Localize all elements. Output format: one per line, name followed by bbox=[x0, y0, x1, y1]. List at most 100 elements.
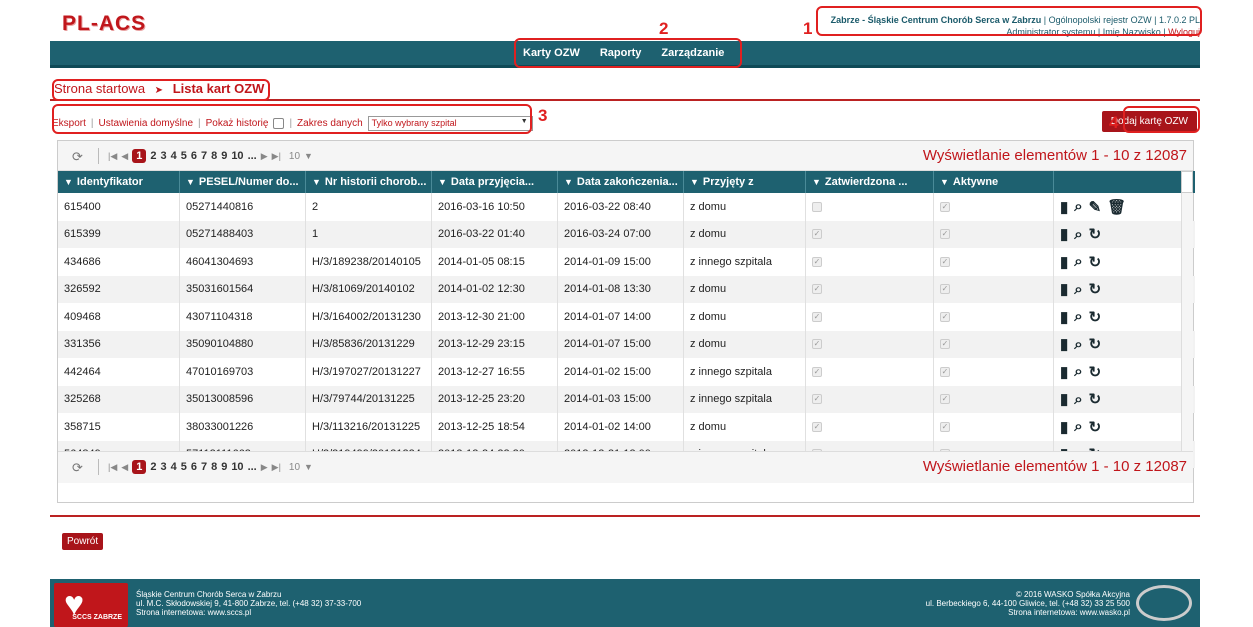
page-link[interactable]: 7 bbox=[201, 461, 207, 473]
table-cell: 331356 bbox=[58, 330, 180, 358]
scrollbar[interactable] bbox=[1181, 193, 1193, 451]
column-header[interactable]: ▼ Przyjęty z bbox=[684, 171, 806, 193]
refresh-icon[interactable]: ⟳ bbox=[72, 149, 83, 165]
page-link[interactable]: 5 bbox=[181, 461, 187, 473]
table-cell: 43071104318 bbox=[180, 303, 306, 331]
back-button[interactable]: Powrót bbox=[62, 533, 104, 550]
card-icon[interactable]: ▮ bbox=[1060, 335, 1068, 353]
page-link[interactable]: 6 bbox=[191, 150, 197, 162]
card-icon[interactable]: ▮ bbox=[1060, 253, 1068, 271]
restore-icon[interactable]: ↻ bbox=[1089, 335, 1102, 353]
scrollbar-header bbox=[1181, 171, 1193, 193]
column-header[interactable]: ▼ Identyfikator bbox=[58, 171, 180, 193]
card-icon[interactable]: ▮ bbox=[1060, 225, 1068, 243]
table-row[interactable]: 358715 38033001226 H/3/113216/20131225 2013… bbox=[58, 413, 1195, 441]
table-cell: 2 bbox=[306, 193, 432, 221]
table-cell: ✓ bbox=[806, 413, 934, 441]
chevron-down-icon[interactable]: ▼ bbox=[304, 151, 313, 161]
page-link[interactable]: 8 bbox=[211, 150, 217, 162]
next-page-icon[interactable]: ▶ bbox=[261, 462, 268, 473]
column-header[interactable]: ▼ Nr historii chorob... bbox=[306, 171, 432, 193]
preview-icon[interactable]: ⌕ bbox=[1074, 308, 1082, 325]
page-link[interactable]: 9 bbox=[221, 150, 227, 162]
preview-icon[interactable]: ⌕ bbox=[1074, 198, 1082, 215]
table-row[interactable]: 325268 35013008596 H/3/79744/20131225 2013-… bbox=[58, 385, 1195, 413]
page-link[interactable]: 4 bbox=[171, 461, 177, 473]
table-row[interactable]: 326592 35031601564 H/3/81069/20140102 2014-… bbox=[58, 275, 1195, 303]
preview-icon[interactable]: ⌕ bbox=[1074, 418, 1082, 435]
column-header[interactable]: ▼ PESEL/Numer do... bbox=[180, 171, 306, 193]
page-link[interactable]: 2 bbox=[150, 461, 156, 473]
table-row[interactable]: 615399 05271488403 1 2016-03-22 01:40 2016-0… bbox=[58, 220, 1195, 249]
actions-cell: ▮ ⌕ ↻ bbox=[1054, 248, 1183, 276]
annotation-box-2 bbox=[514, 38, 742, 68]
page-link[interactable]: 3 bbox=[160, 150, 166, 162]
last-page-icon[interactable]: ▶| bbox=[272, 462, 281, 473]
table-row[interactable]: 331356 35090104880 H/3/85836/20131229 2013-… bbox=[58, 330, 1195, 358]
page-link[interactable]: 7 bbox=[201, 150, 207, 162]
first-page-icon[interactable]: |◀ bbox=[108, 462, 117, 473]
table-cell: ✓ bbox=[934, 193, 1054, 221]
prev-page-icon[interactable]: ◀ bbox=[121, 462, 128, 473]
restore-icon[interactable]: ↻ bbox=[1089, 253, 1102, 271]
page-link[interactable]: 6 bbox=[191, 461, 197, 473]
column-header[interactable]: ▼ Aktywne bbox=[934, 171, 1054, 193]
restore-icon[interactable]: ↻ bbox=[1089, 280, 1102, 298]
preview-icon[interactable]: ⌕ bbox=[1074, 336, 1082, 353]
table-row[interactable]: 442464 47010169703 H/3/197027/20131227 2013… bbox=[58, 358, 1195, 386]
first-page-icon[interactable]: |◀ bbox=[108, 151, 117, 162]
page-link[interactable]: 10 bbox=[231, 461, 243, 473]
annotation-number-3: 3 bbox=[538, 106, 548, 125]
active-checkbox: ✓ bbox=[940, 311, 950, 322]
restore-icon[interactable]: ↻ bbox=[1089, 225, 1102, 243]
page-size-select[interactable]: 10 bbox=[289, 462, 300, 473]
filter-icon: ▼ bbox=[812, 177, 821, 187]
active-checkbox: ✓ bbox=[940, 284, 950, 295]
refresh-icon[interactable]: ⟳ bbox=[72, 460, 83, 476]
preview-icon[interactable]: ⌕ bbox=[1074, 391, 1082, 408]
page-link[interactable]: 5 bbox=[181, 150, 187, 162]
page-link[interactable]: 9 bbox=[221, 461, 227, 473]
page-link[interactable]: ... bbox=[248, 461, 257, 473]
actions-header bbox=[1054, 171, 1183, 193]
page-link[interactable]: 8 bbox=[211, 461, 217, 473]
filter-icon: ▼ bbox=[186, 177, 195, 187]
page-link[interactable]: 4 bbox=[171, 150, 177, 162]
page-link[interactable]: 2 bbox=[150, 150, 156, 162]
restore-icon[interactable]: ↻ bbox=[1089, 308, 1102, 326]
card-icon[interactable]: ▮ bbox=[1060, 418, 1068, 436]
prev-page-icon[interactable]: ◀ bbox=[121, 151, 128, 162]
preview-icon[interactable]: ⌕ bbox=[1074, 226, 1082, 243]
card-icon[interactable]: ▮ bbox=[1060, 198, 1068, 216]
table-cell: H/3/79744/20131225 bbox=[306, 385, 432, 413]
last-page-icon[interactable]: ▶| bbox=[272, 151, 281, 162]
page-link[interactable]: ... bbox=[248, 150, 257, 162]
divider bbox=[50, 515, 1200, 517]
restore-icon[interactable]: ↻ bbox=[1089, 418, 1102, 436]
next-page-icon[interactable]: ▶ bbox=[261, 151, 268, 162]
card-icon[interactable]: ▮ bbox=[1060, 390, 1068, 408]
edit-icon[interactable]: ✎ bbox=[1089, 198, 1102, 216]
preview-icon[interactable]: ⌕ bbox=[1074, 281, 1082, 298]
page-link[interactable]: 10 bbox=[231, 150, 243, 162]
restore-icon[interactable]: ↻ bbox=[1089, 390, 1102, 408]
table-row[interactable]: 434686 46041304693 H/3/189238/20140105 2014… bbox=[58, 248, 1195, 276]
delete-icon[interactable]: 🗑 bbox=[1107, 198, 1126, 216]
card-icon[interactable]: ▮ bbox=[1060, 280, 1068, 298]
restore-icon[interactable]: ↻ bbox=[1089, 363, 1102, 381]
page-size-select[interactable]: 10 bbox=[289, 151, 300, 162]
column-header[interactable]: ▼ Data przyjęcia... bbox=[432, 171, 558, 193]
card-icon[interactable]: ▮ bbox=[1060, 363, 1068, 381]
table-row[interactable]: 409468 43071104318 H/3/164002/20131230 2013… bbox=[58, 303, 1195, 331]
preview-icon[interactable]: ⌕ bbox=[1074, 363, 1082, 380]
page-link[interactable]: 1 bbox=[132, 460, 147, 474]
column-header[interactable]: ▼ Zatwierdzona ... bbox=[806, 171, 934, 193]
card-icon[interactable]: ▮ bbox=[1060, 308, 1068, 326]
table-row[interactable]: 615400 05271440816 2 2016-03-16 10:50 2016-0… bbox=[58, 193, 1195, 221]
preview-icon[interactable]: ⌕ bbox=[1074, 253, 1082, 270]
page-link[interactable]: 1 bbox=[132, 149, 147, 163]
column-header[interactable]: ▼ Data zakończenia... bbox=[558, 171, 684, 193]
chevron-down-icon[interactable]: ▼ bbox=[304, 462, 313, 472]
page-link[interactable]: 3 bbox=[160, 461, 166, 473]
actions-cell: ▮ ⌕ ↻ bbox=[1054, 221, 1183, 249]
